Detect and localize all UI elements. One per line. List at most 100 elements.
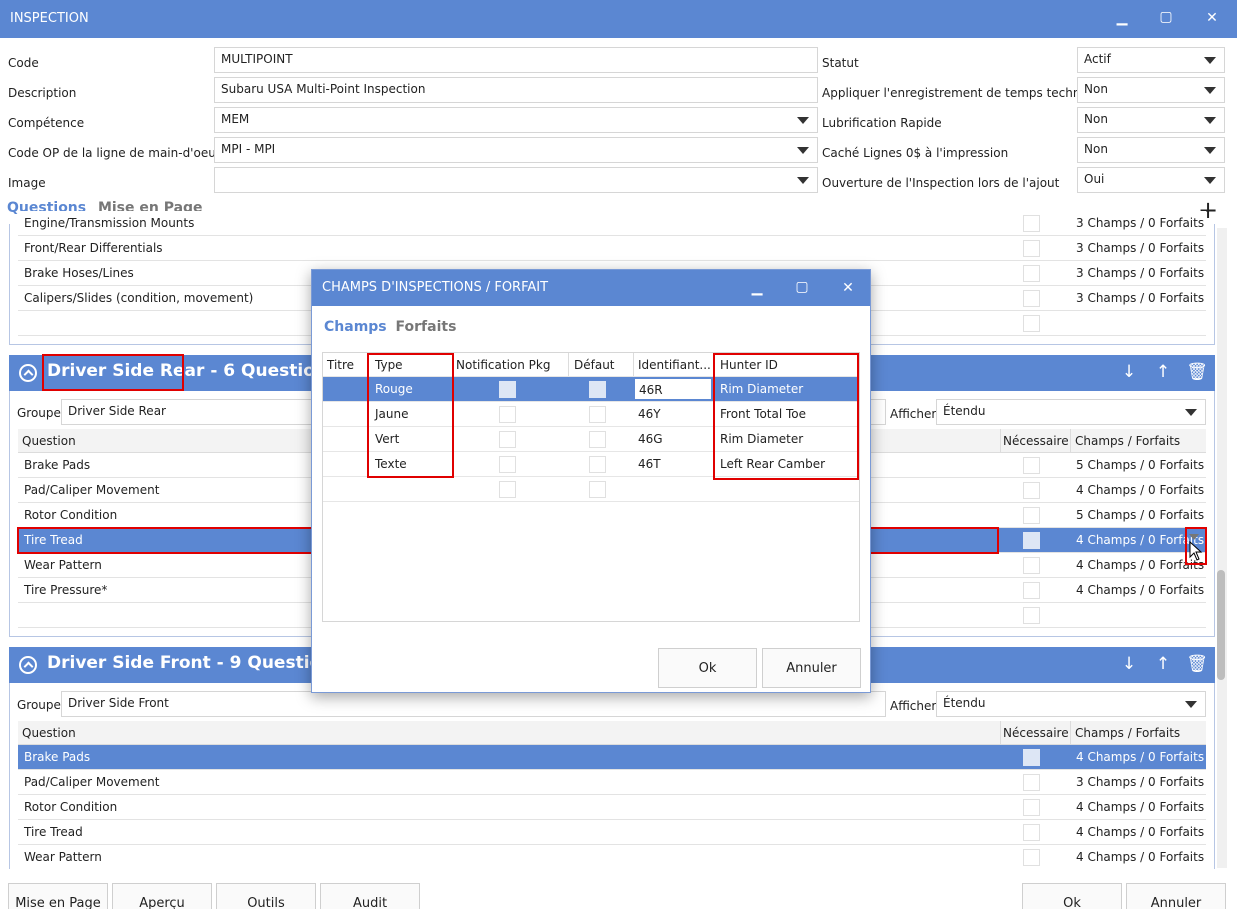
defaut-checkbox[interactable] xyxy=(589,456,606,473)
identifiant-cell[interactable]: 46R xyxy=(634,378,712,400)
necessaire-checkbox[interactable] xyxy=(1023,240,1040,257)
mise-en-page-button[interactable]: Mise en Page xyxy=(8,883,108,909)
statut-value: Actif xyxy=(1084,52,1111,66)
question-text: Tire Pressure* xyxy=(24,583,108,597)
competence-label: Compétence xyxy=(8,116,85,130)
top-row[interactable]: Front/Rear Differentials 3 Champs / 0 For… xyxy=(18,236,1206,261)
necessaire-checkbox[interactable] xyxy=(1023,215,1040,232)
dialog-annuler-button[interactable]: Annuler xyxy=(762,648,861,688)
ouverture-select[interactable]: Oui xyxy=(1077,167,1225,193)
outils-button[interactable]: Outils xyxy=(216,883,316,909)
window-title: INSPECTION xyxy=(10,11,89,26)
dialog-maximize-icon[interactable]: ▢ xyxy=(789,279,815,295)
front-afficher-select[interactable]: Étendu xyxy=(936,691,1206,717)
collapse-icon[interactable] xyxy=(19,364,37,382)
scrollbar-thumb[interactable] xyxy=(1217,570,1225,680)
image-select[interactable] xyxy=(214,167,818,193)
necessaire-checkbox[interactable] xyxy=(1023,849,1040,866)
question-text: Front/Rear Differentials xyxy=(24,241,163,255)
champs-text: 4 Champs / 0 Forfaits xyxy=(1076,800,1205,814)
dialog-tab-champs[interactable]: Champs xyxy=(324,319,387,335)
champs-text: 5 Champs / 0 Forfaits xyxy=(1076,458,1205,472)
competence-select[interactable]: MEM xyxy=(214,107,818,133)
dialog-ok-button[interactable]: Ok xyxy=(658,648,757,688)
front-row[interactable]: Wear Pattern 4 Champs / 0 Forfaits xyxy=(18,845,1206,870)
notification-checkbox[interactable] xyxy=(499,381,516,398)
necessaire-checkbox[interactable] xyxy=(1023,507,1040,524)
front-afficher-label: Afficher xyxy=(890,699,937,713)
necessaire-checkbox[interactable] xyxy=(1023,265,1040,282)
minimize-icon[interactable]: ▁ xyxy=(1109,10,1135,26)
temps-select[interactable]: Non xyxy=(1077,77,1225,103)
col-titre: Titre xyxy=(327,358,355,372)
question-text: Pad/Caliper Movement xyxy=(24,483,160,497)
necessaire-checkbox[interactable] xyxy=(1023,290,1040,307)
defaut-checkbox[interactable] xyxy=(589,381,606,398)
highlight-box xyxy=(367,353,454,478)
notification-checkbox[interactable] xyxy=(499,481,516,498)
necessaire-checkbox[interactable] xyxy=(1023,749,1040,766)
necessaire-checkbox[interactable] xyxy=(1023,799,1040,816)
dialog-tab-forfaits[interactable]: Forfaits xyxy=(396,319,457,335)
rear-afficher-select[interactable]: Étendu xyxy=(936,399,1206,425)
dialog-title: CHAMPS D'INSPECTIONS / FORFAIT xyxy=(322,280,549,295)
chevron-down-icon[interactable] xyxy=(1189,534,1199,540)
col-question: Question xyxy=(22,434,76,448)
trash-icon[interactable]: 🗑 xyxy=(1186,362,1208,382)
top-row[interactable]: Engine/Transmission Mounts 3 Champs / 0 F… xyxy=(18,211,1206,236)
statut-select[interactable]: Actif xyxy=(1077,47,1225,73)
annuler-button[interactable]: Annuler xyxy=(1126,883,1226,909)
chevron-down-icon xyxy=(797,177,809,184)
move-down-icon[interactable]: ↓ xyxy=(1118,362,1140,382)
defaut-checkbox[interactable] xyxy=(589,431,606,448)
dialog-row[interactable] xyxy=(323,477,859,502)
necessaire-checkbox[interactable] xyxy=(1023,557,1040,574)
chevron-down-icon xyxy=(1204,117,1216,124)
lubrification-select[interactable]: Non xyxy=(1077,107,1225,133)
champs-text: 3 Champs / 0 Forfaits xyxy=(1076,775,1205,789)
ok-button[interactable]: Ok xyxy=(1022,883,1122,909)
defaut-checkbox[interactable] xyxy=(589,481,606,498)
dialog-minimize-icon[interactable]: ▁ xyxy=(744,280,770,296)
identifiant-cell[interactable]: 46Y xyxy=(638,407,661,421)
front-row[interactable]: Brake Pads 4 Champs / 0 Forfaits xyxy=(18,745,1206,770)
code-label: Code xyxy=(8,56,39,70)
front-row[interactable]: Pad/Caliper Movement 3 Champs / 0 Forfait… xyxy=(18,770,1206,795)
necessaire-checkbox[interactable] xyxy=(1023,774,1040,791)
necessaire-checkbox[interactable] xyxy=(1023,482,1040,499)
opcode-select[interactable]: MPI - MPI xyxy=(214,137,818,163)
front-row[interactable]: Tire Tread 4 Champs / 0 Forfaits xyxy=(18,820,1206,845)
notification-checkbox[interactable] xyxy=(499,456,516,473)
front-groupe-input[interactable]: Driver Side Front xyxy=(61,691,886,717)
rear-afficher-label: Afficher xyxy=(890,407,937,421)
cache-select[interactable]: Non xyxy=(1077,137,1225,163)
necessaire-checkbox[interactable] xyxy=(1023,582,1040,599)
description-input[interactable]: Subaru USA Multi-Point Inspection xyxy=(214,77,818,103)
collapse-icon[interactable] xyxy=(19,656,37,674)
notification-checkbox[interactable] xyxy=(499,431,516,448)
dialog-close-icon[interactable]: ✕ xyxy=(835,280,861,296)
close-icon[interactable]: ✕ xyxy=(1199,10,1225,26)
necessaire-checkbox[interactable] xyxy=(1023,607,1040,624)
code-input[interactable]: MULTIPOINT xyxy=(214,47,818,73)
necessaire-checkbox[interactable] xyxy=(1023,457,1040,474)
front-row[interactable]: Rotor Condition 4 Champs / 0 Forfaits xyxy=(18,795,1206,820)
necessaire-checkbox[interactable] xyxy=(1023,532,1040,549)
apercu-button[interactable]: Aperçu xyxy=(112,883,212,909)
identifiant-cell[interactable]: 46G xyxy=(638,432,663,446)
necessaire-checkbox[interactable] xyxy=(1023,824,1040,841)
defaut-checkbox[interactable] xyxy=(589,406,606,423)
trash-icon[interactable]: 🗑 xyxy=(1186,654,1208,674)
identifiant-cell[interactable]: 46T xyxy=(638,457,661,471)
move-down-icon[interactable]: ↓ xyxy=(1118,654,1140,674)
notification-checkbox[interactable] xyxy=(499,406,516,423)
main-scrollbar[interactable] xyxy=(1217,228,1227,868)
temps-label: Appliquer l'enregistrement de temps tech… xyxy=(822,86,1107,100)
move-up-icon[interactable]: ↑ xyxy=(1152,654,1174,674)
dialog-titlebar: CHAMPS D'INSPECTIONS / FORFAIT ▁ ▢ ✕ xyxy=(312,270,870,306)
necessaire-checkbox[interactable] xyxy=(1023,315,1040,332)
move-up-icon[interactable]: ↑ xyxy=(1152,362,1174,382)
audit-button[interactable]: Audit xyxy=(320,883,420,909)
champs-text: 3 Champs / 0 Forfaits xyxy=(1076,241,1205,255)
maximize-icon[interactable]: ▢ xyxy=(1153,9,1179,25)
